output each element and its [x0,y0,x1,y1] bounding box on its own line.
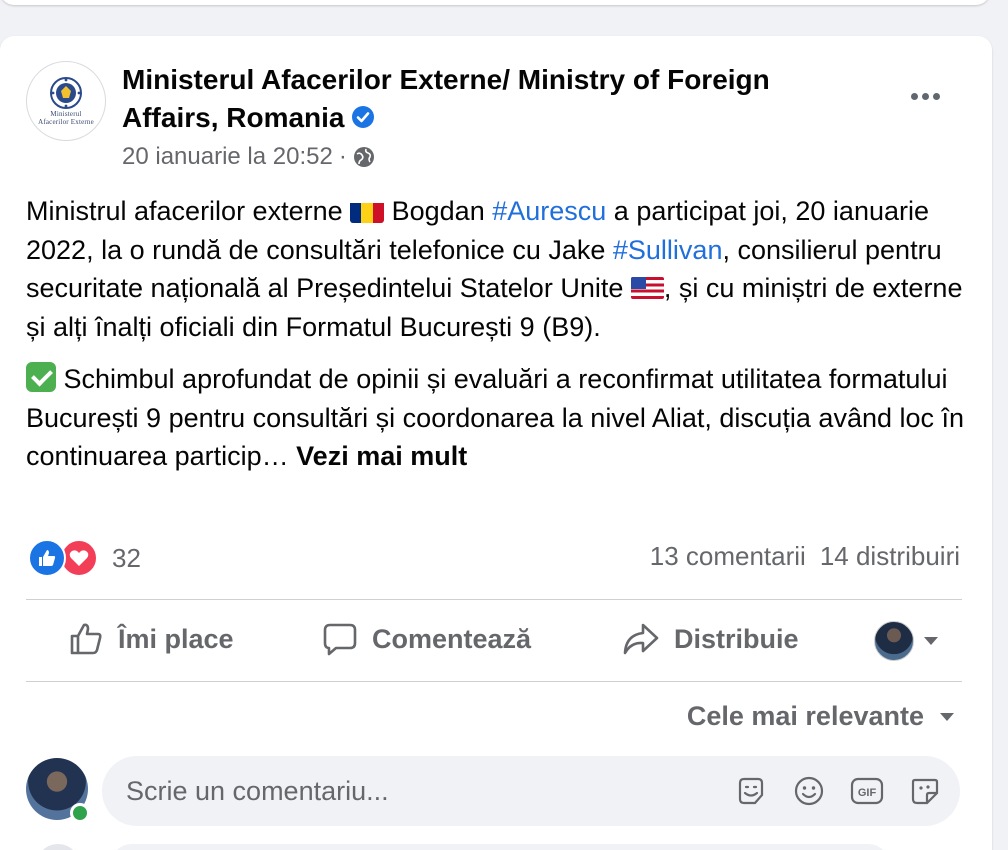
hashtag-sullivan-link[interactable]: #Sullivan [613,235,723,265]
chevron-down-icon [940,712,954,721]
verified-icon [351,106,374,128]
online-status-indicator [70,803,90,823]
post-card: Ministerul Afacerilor Externe Ministerul… [0,36,992,850]
ministry-seal-icon [50,77,82,109]
see-more-link[interactable]: Vezi mai mult [296,441,467,471]
like-button[interactable]: Îmi place [68,621,234,657]
commenter-avatar [36,844,80,850]
account-avatar [874,621,914,661]
avatar-caption-2: Afacerilor Externe [38,118,94,126]
post-text-segment: Ministrul afacerilor externe [26,196,351,226]
like-icon [70,623,102,655]
share-button[interactable]: Distribuie [622,621,799,657]
comments-count-link[interactable]: 13 comentarii [650,541,806,572]
share-icon [623,623,659,655]
romania-flag-icon [350,199,385,223]
sort-label: Cele mai relevante [686,701,924,731]
chevron-down-icon [924,637,938,645]
meta-separator: · [338,143,347,170]
divider [26,599,962,600]
post-text-segment: Schimbul aprofundat de opinii și evaluăr… [26,364,965,471]
post-text: Ministrul afacerilor externe Bogdan #Aur… [26,192,966,476]
post-meta: 20 ianuarie la 20:52 · [122,142,375,172]
usa-flag-icon [630,277,664,299]
share-label: Distribuie [674,623,799,654]
page-name: Ministerul Afacerilor Externe/ Ministry … [122,61,862,137]
comment-bubble [110,844,890,850]
like-reaction-icon [28,539,66,577]
comment-button[interactable]: Comentează [322,621,531,657]
more-options-icon[interactable] [905,81,945,111]
post-paragraph-2: Schimbul aprofundat de opinii și evaluăr… [26,360,966,476]
avatar-sticker-icon[interactable] [908,774,942,808]
engagement-counts: 13 comentarii 14 distribuiri [650,541,960,572]
avatar-caption-1: Ministerul [50,110,82,118]
next-comment-row [26,844,962,850]
previous-post-card [0,0,990,5]
check-mark-icon [26,362,56,392]
svg-text:GIF: GIF [858,787,877,799]
comment-sort-dropdown[interactable]: Cele mai relevante [687,701,954,732]
reactions-count: 32 [112,542,141,573]
like-label: Îmi place [118,623,234,654]
reactions-summary[interactable]: 32 [28,539,141,577]
post-paragraph-1: Ministrul afacerilor externe Bogdan #Aur… [26,192,966,346]
globe-icon [353,147,374,167]
emoji-icon[interactable] [792,774,826,808]
gif-icon[interactable]: GIF [850,774,884,808]
page-name-link[interactable]: Ministerul Afacerilor Externe/ Ministry … [122,64,770,133]
composer-icons: GIF [734,774,942,808]
comment-label: Comentează [372,623,532,654]
shares-count-link[interactable]: 14 distribuiri [820,541,960,572]
post-timestamp[interactable]: 20 ianuarie la 20:52 [122,142,333,172]
sticker-icon[interactable] [734,774,768,808]
reaction-account-switcher[interactable] [874,621,938,661]
divider [26,681,962,682]
comment-composer[interactable]: GIF [102,756,960,826]
post-text-segment: Bogdan [384,196,493,226]
hashtag-aurescu-link[interactable]: #Aurescu [492,196,606,226]
post-actions-bar: Îmi place Comentează Distribuie [26,601,962,681]
comment-input[interactable] [126,775,706,807]
page-avatar[interactable]: Ministerul Afacerilor Externe [26,61,106,141]
comment-icon [323,623,357,656]
